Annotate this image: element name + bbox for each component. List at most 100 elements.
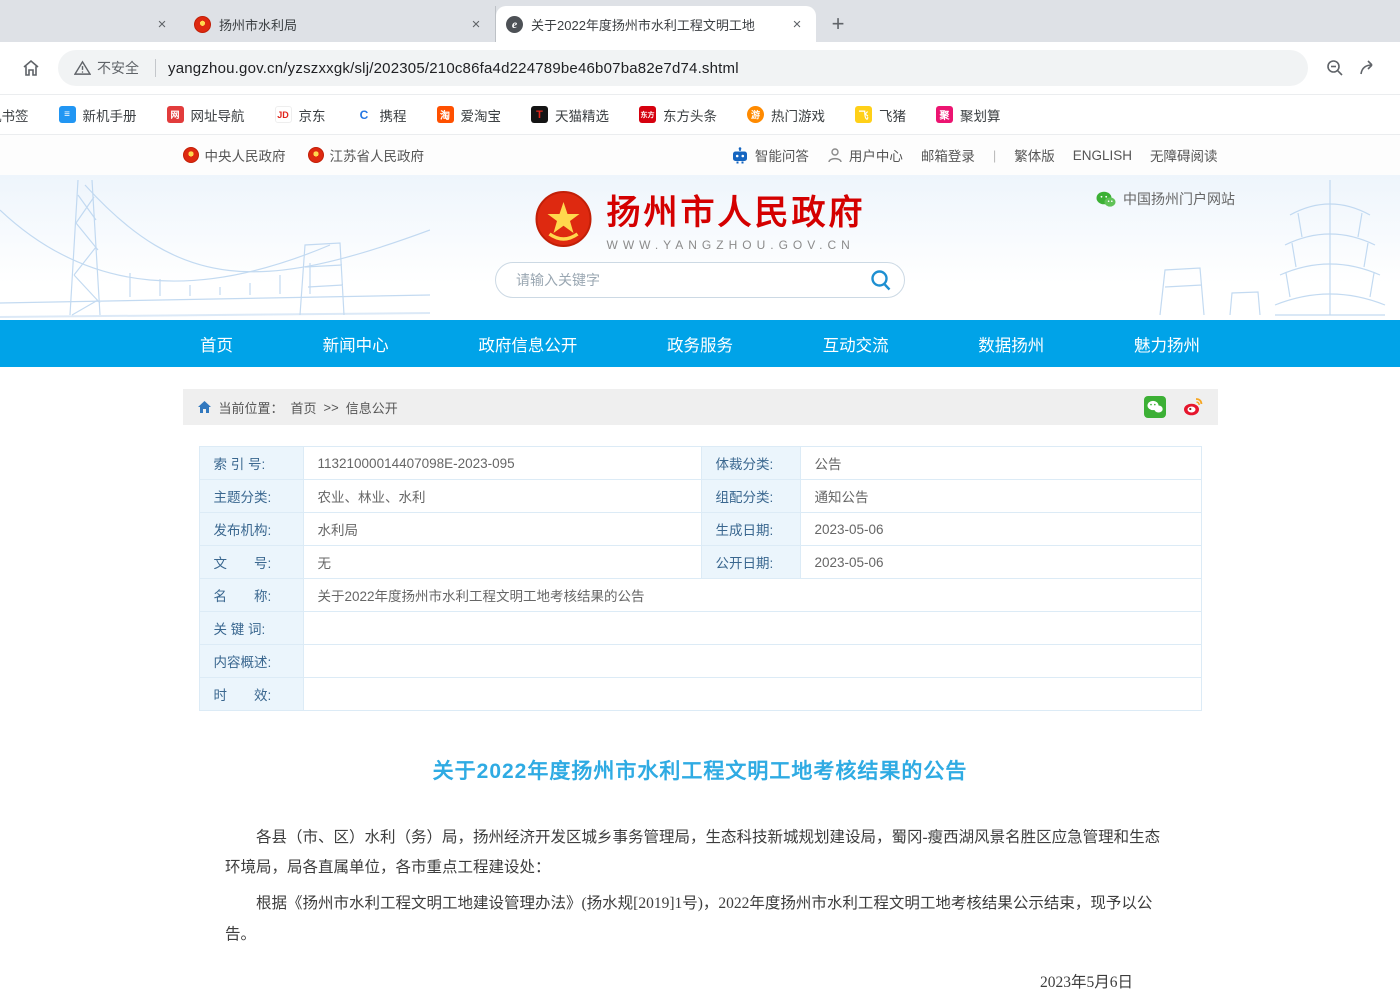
bookmark-item[interactable]: 飞 飞猪 [855,105,906,125]
article-title: 关于2022年度扬州市水利工程文明工地考核结果的公告 [225,755,1175,785]
meta-value: 关于2022年度扬州市水利工程文明工地考核结果的公告 [303,579,1201,612]
link-central-gov[interactable]: 中央人民政府 [183,145,286,165]
tab-active-announcement[interactable]: e 关于2022年度扬州市水利工程文明工地 × [496,6,816,42]
bookmark-item[interactable]: 聚 聚划算 [936,105,1001,125]
breadcrumb-home-link[interactable]: 首页 [291,398,317,417]
robot-icon [731,147,749,164]
site-url-text: WWW.YANGZHOU.GOV.CN [607,238,866,252]
util-link-label: 用户中心 [849,145,903,165]
games-icon: 游 [747,106,764,123]
nav-item-home[interactable]: 首页 [200,332,233,356]
site-logo[interactable]: 扬州市人民政府 WWW.YANGZHOU.GOV.CN [535,185,866,252]
meta-value: 农业、林业、水利 [303,480,701,513]
utility-bar: 中央人民政府 江苏省人民政府 智能问答 [0,135,1400,175]
manual-icon: ≡ [59,106,76,123]
link-mail-login[interactable]: 邮箱登录 [921,145,975,165]
close-icon[interactable]: × [467,15,485,33]
bookmark-label: 机书签 [0,105,29,125]
bookmark-label: 新机手册 [83,105,137,125]
link-smart-qa[interactable]: 智能问答 [731,145,809,165]
table-row: 内容概述: [199,645,1201,678]
address-bar[interactable]: 不安全 yangzhou.gov.cn/yzszxxgk/slj/202305/… [58,50,1308,86]
meta-value: 无 [303,546,701,579]
link-user-center[interactable]: 用户中心 [827,145,903,165]
article-date: 2023年5月6日 [225,970,1175,992]
portal-link[interactable]: 中国扬州门户网站 [1096,189,1235,209]
juhuasuan-logo-icon: 聚 [936,106,953,123]
main-navigation: 首页 新闻中心 政府信息公开 政务服务 互动交流 数据扬州 魅力扬州 [0,320,1400,367]
nav-item-data[interactable]: 数据扬州 [978,332,1044,356]
meta-label: 公开日期: [701,546,800,579]
meta-label: 文 号: [199,546,303,579]
page-content: 当前位置： 首页 >> 信息公开 [0,389,1400,997]
meta-value: 通知公告 [800,480,1201,513]
search-box [495,262,905,298]
bookmark-item[interactable]: 淘 爱淘宝 [437,105,502,125]
table-row: 发布机构: 水利局 生成日期: 2023-05-06 [199,513,1201,546]
omnibox-divider [155,59,156,77]
site-favicon: e [506,16,523,33]
search-icon [869,268,893,292]
new-tab-button[interactable]: + [824,10,852,38]
security-label: 不安全 [97,58,139,78]
bookmark-item[interactable]: C 携程 [356,105,407,125]
meta-label: 组配分类: [701,480,800,513]
weibo-share-icon[interactable] [1182,396,1204,418]
util-link-label: ENGLISH [1073,148,1132,163]
bookmark-label: 飞猪 [879,105,906,125]
bookmark-item[interactable]: 网 网址导航 [167,105,245,125]
meta-label: 主题分类: [199,480,303,513]
nav-item-news[interactable]: 新闻中心 [323,332,389,356]
tab-shuiliju[interactable]: 扬州市水利局 × [184,6,496,42]
breadcrumb-prefix: 当前位置： [219,398,284,417]
gov-emblem-icon [308,147,324,163]
table-row: 名 称: 关于2022年度扬州市水利工程文明工地考核结果的公告 [199,579,1201,612]
portal-label: 中国扬州门户网站 [1123,189,1235,209]
nav-item-info-disclosure[interactable]: 政府信息公开 [478,332,577,356]
share-icon[interactable] [1352,51,1386,85]
dongfang-logo-icon: 东方 [639,106,656,123]
tab-partial[interactable]: × [140,6,184,42]
link-english[interactable]: ENGLISH [1073,148,1132,163]
bookmark-item[interactable]: JD 京东 [275,105,326,125]
bookmark-item[interactable]: 游 热门游戏 [747,105,825,125]
url-text: yangzhou.gov.cn/yzszxxgk/slj/202305/210c… [168,60,739,77]
breadcrumb-current-link[interactable]: 信息公开 [346,398,398,417]
util-link-label: 邮箱登录 [921,145,975,165]
bookmark-item[interactable]: ≡ 新机手册 [59,105,137,125]
link-jiangsu-gov[interactable]: 江苏省人民政府 [308,145,425,165]
bookmark-label: 东方头条 [663,105,717,125]
ctrip-logo-icon: C [356,106,373,123]
site-nav-icon: 网 [167,106,184,123]
home-icon[interactable] [14,51,48,85]
bookmark-label: 携程 [380,105,407,125]
zoom-out-icon[interactable] [1318,51,1352,85]
search-button[interactable] [864,265,898,295]
close-icon[interactable]: × [153,15,171,33]
metadata-table: 索 引 号: 11321000014407098E-2023-095 体裁分类:… [199,446,1202,711]
breadcrumb-bar: 当前位置： 首页 >> 信息公开 [183,389,1218,425]
meta-label: 生成日期: [701,513,800,546]
tab-title: 关于2022年度扬州市水利工程文明工地 [531,15,780,34]
site-title: 扬州市人民政府 [607,185,866,234]
gov-emblem-favicon [194,16,211,33]
meta-value [303,612,1201,645]
gov-emblem-icon [183,147,199,163]
close-icon[interactable]: × [788,15,806,33]
meta-value [303,678,1201,711]
nav-item-charm[interactable]: 魅力扬州 [1134,332,1200,356]
bookmark-item[interactable]: 东方 东方头条 [639,105,717,125]
wechat-icon [1096,191,1116,208]
nav-item-services[interactable]: 政务服务 [667,332,733,356]
article: 关于2022年度扬州市水利工程文明工地考核结果的公告 各县（市、区）水利（务）局… [225,755,1175,997]
gov-link-label: 中央人民政府 [205,145,286,165]
bookmark-item[interactable]: 机书签 [0,105,29,125]
wechat-share-icon[interactable] [1144,396,1166,418]
breadcrumb: 当前位置： 首页 >> 信息公开 [197,398,398,417]
link-accessibility[interactable]: 无障碍阅读 [1150,145,1218,165]
nav-item-interaction[interactable]: 互动交流 [823,332,889,356]
link-traditional-chinese[interactable]: 繁体版 [1014,145,1055,165]
meta-label: 发布机构: [199,513,303,546]
search-input[interactable] [516,272,864,288]
bookmark-item[interactable]: T 天猫精选 [531,105,609,125]
